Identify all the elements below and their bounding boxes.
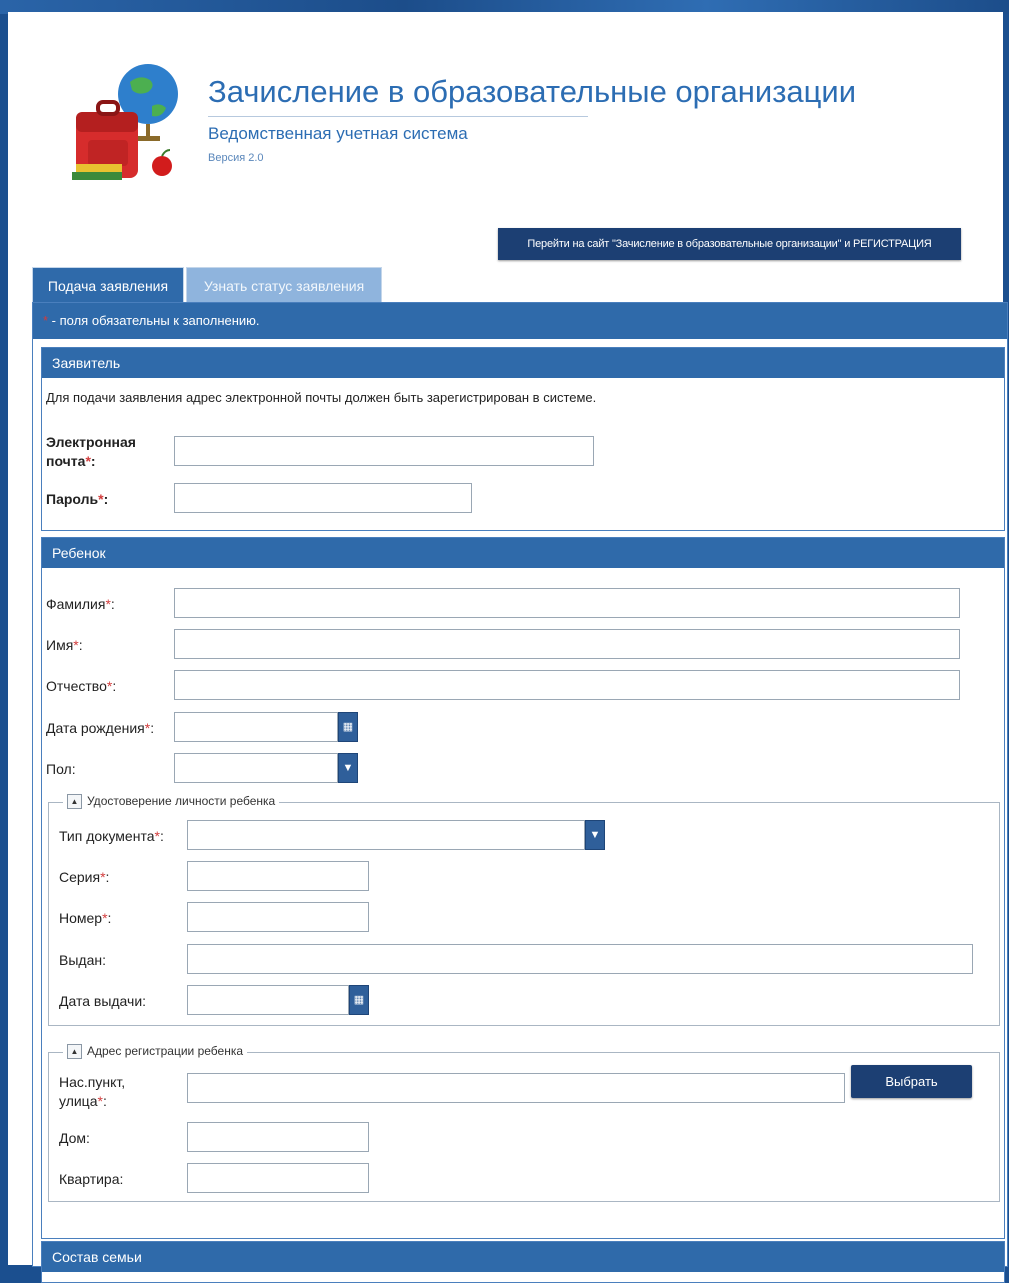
house-input[interactable] — [187, 1122, 369, 1152]
birthdate-label: Дата рождения*: — [46, 720, 155, 736]
birthdate-input[interactable] — [174, 712, 338, 742]
password-label-text: Пароль — [46, 491, 99, 507]
required-asterisk: * — [98, 491, 104, 507]
doc-type-label-text: Тип документа — [59, 828, 155, 844]
number-label: Номер*: — [59, 910, 112, 926]
patronymic-input[interactable] — [174, 670, 960, 700]
application-form: * - поля обязательны к заполнению. Заяви… — [32, 302, 1008, 1283]
page: Зачисление в образовательные организации… — [8, 12, 1008, 1283]
birthdate-label-text: Дата рождения — [46, 720, 145, 736]
family-section-title: Состав семьи — [42, 1242, 1004, 1272]
chevron-down-icon[interactable]: ▼ — [585, 820, 605, 850]
identity-document-legend-text: Удостоверение личности ребенка — [87, 794, 276, 808]
issue-date-input[interactable] — [187, 985, 349, 1015]
choose-address-button[interactable]: Выбрать — [851, 1065, 972, 1098]
registration-site-link-button[interactable]: Перейти на сайт "Зачисление в образовате… — [498, 228, 961, 260]
patronymic-label: Отчество*: — [46, 678, 117, 694]
required-note-text: - поля обязательны к заполнению. — [48, 313, 260, 328]
tab-submit-application[interactable]: Подача заявления — [32, 267, 184, 304]
doc-type-select[interactable] — [187, 820, 585, 850]
address-legend: ▲ Адрес регистрации ребенка — [63, 1044, 248, 1060]
identity-document-fieldset: ▲ Удостоверение личности ребенка Тип доку… — [48, 794, 1000, 1026]
issued-by-input[interactable] — [187, 944, 973, 974]
email-label: Электронная почта*: — [46, 434, 136, 469]
registration-address-fieldset: ▲ Адрес регистрации ребенка Нас.пункт, ул… — [48, 1044, 1000, 1202]
email-input[interactable] — [174, 436, 594, 466]
applicant-note: Для подачи заявления адрес электронной п… — [46, 390, 597, 405]
apartment-label: Квартира: — [59, 1171, 124, 1187]
identity-document-legend: ▲ Удостоверение личности ребенка — [63, 794, 280, 810]
applicant-section-title: Заявитель — [42, 348, 1004, 378]
locality-label-line1: Нас.пункт, — [59, 1074, 126, 1090]
required-asterisk: * — [73, 637, 79, 653]
series-label: Серия*: — [59, 869, 110, 885]
tab-check-status[interactable]: Узнать статус заявления — [186, 267, 382, 304]
locality-street-input[interactable] — [187, 1073, 845, 1103]
required-asterisk: * — [106, 678, 113, 694]
password-input[interactable] — [174, 483, 472, 513]
school-logo-icon — [72, 64, 178, 180]
required-asterisk: * — [154, 828, 160, 844]
chevron-down-icon[interactable]: ▼ — [338, 753, 358, 783]
email-label-line1: Электронная — [46, 434, 136, 450]
app-subtitle: Ведомственная учетная система — [208, 124, 468, 143]
patronymic-label-text: Отчество — [46, 678, 107, 694]
required-fields-note: * - поля обязательны к заполнению. — [33, 303, 1007, 339]
email-label-line2: почта — [46, 453, 86, 469]
child-section-title: Ребенок — [42, 538, 1004, 568]
apartment-input[interactable] — [187, 1163, 369, 1193]
required-asterisk: * — [102, 910, 108, 926]
required-asterisk: * — [85, 453, 91, 469]
issued-by-label: Выдан: — [59, 952, 106, 968]
name-label: Имя*: — [46, 637, 83, 653]
required-asterisk: * — [144, 720, 151, 736]
app-version: Версия 2.0 — [208, 152, 264, 164]
gender-select[interactable] — [174, 753, 338, 783]
number-label-text: Номер — [59, 910, 103, 926]
title-divider — [208, 116, 588, 117]
surname-input[interactable] — [174, 588, 960, 618]
calendar-icon[interactable]: ▦ — [338, 712, 358, 742]
app-title: Зачисление в образовательные организации — [208, 74, 857, 109]
chevron-up-icon[interactable]: ▲ — [67, 1044, 82, 1060]
name-label-text: Имя — [46, 637, 74, 653]
series-label-text: Серия — [59, 869, 101, 885]
doc-type-label: Тип документа*: — [59, 828, 164, 844]
child-section: Ребенок Фамилия*: Имя*: Отчество*: Дата … — [41, 537, 1005, 1239]
gender-label: Пол: — [46, 761, 76, 777]
address-legend-text: Адрес регистрации ребенка — [87, 1044, 244, 1058]
locality-label: Нас.пункт, улица*: — [59, 1074, 126, 1109]
surname-label-text: Фамилия — [46, 596, 106, 612]
number-input[interactable] — [187, 902, 369, 932]
first-name-input[interactable] — [174, 629, 960, 659]
required-asterisk: * — [105, 596, 111, 612]
series-input[interactable] — [187, 861, 369, 891]
family-section: Состав семьи — [41, 1241, 1005, 1283]
locality-label-line2: улица — [59, 1093, 98, 1109]
password-label: Пароль*: — [46, 491, 109, 507]
chevron-up-icon[interactable]: ▲ — [67, 794, 82, 810]
required-asterisk: * — [100, 869, 106, 885]
surname-label: Фамилия*: — [46, 596, 115, 612]
applicant-section: Заявитель Для подачи заявления адрес эле… — [41, 347, 1005, 531]
house-label: Дом: — [59, 1130, 90, 1146]
issue-date-label: Дата выдачи: — [59, 993, 147, 1009]
calendar-icon[interactable]: ▦ — [349, 985, 369, 1015]
required-asterisk: * — [97, 1093, 103, 1109]
